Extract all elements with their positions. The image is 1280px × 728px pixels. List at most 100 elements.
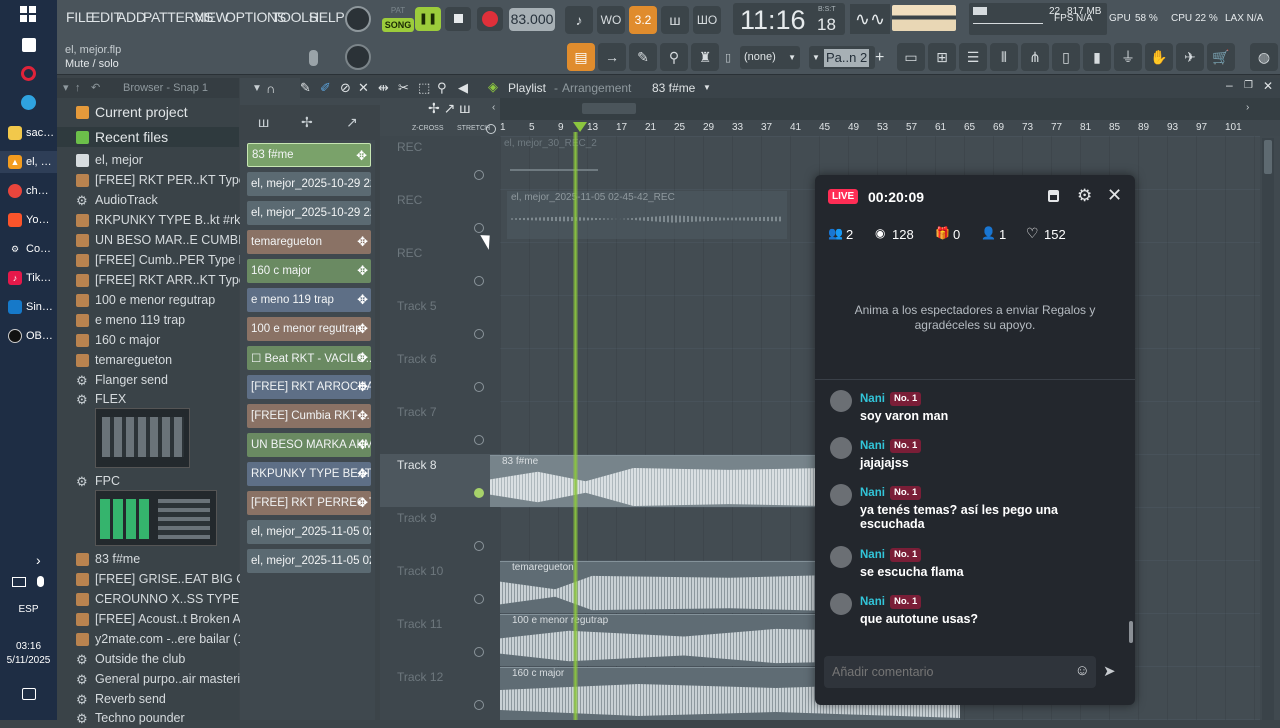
picker-item[interactable]: el, mejor_2025-11-05 02... — [247, 549, 371, 573]
tempo-display[interactable]: 83.000 — [509, 8, 555, 31]
wait-input-button[interactable]: WO — [597, 6, 625, 34]
taskbar-item-settings[interactable]: ⚙ Co… — [0, 238, 57, 260]
stretch-icons[interactable]: ✢ ↗ ш — [428, 100, 470, 117]
delete-icon[interactable]: ⊘ — [340, 80, 351, 96]
chat-username[interactable]: Nani — [860, 487, 885, 499]
arrow-left-icon[interactable]: ‹ — [492, 102, 495, 113]
taskbar-item-tiktok[interactable]: ♪ Tik… — [0, 267, 57, 289]
browser-item[interactable]: 83 f#me — [57, 549, 239, 569]
picker-item[interactable]: el, mejor_2025-11-05 02... — [247, 520, 371, 544]
play-button[interactable]: ❚❚ — [415, 7, 441, 31]
master-volume-knob[interactable] — [345, 6, 371, 32]
avatar[interactable] — [830, 390, 852, 412]
automation-tab-icon[interactable]: ↗ — [346, 114, 358, 131]
emoji-icon[interactable]: ☺ — [1075, 662, 1090, 679]
playback-icon[interactable]: ◀ — [458, 80, 468, 96]
track-label[interactable]: Track 6 — [397, 352, 497, 366]
track-label[interactable]: REC — [397, 246, 497, 260]
add-pattern-button[interactable]: + — [875, 46, 889, 69]
track-mute-toggle[interactable] — [474, 170, 484, 180]
browser-item[interactable]: [FREE] RKT PER..KT Type Beat — [57, 170, 275, 190]
arrow-right-icon[interactable]: › — [1246, 102, 1249, 113]
taskbar-item-folder[interactable]: sac… — [0, 122, 57, 144]
browser-section-current-project[interactable]: Current project — [57, 102, 239, 122]
settings-icon[interactable]: ⚙ — [1077, 186, 1092, 206]
project-button[interactable]: ▮ — [1083, 43, 1111, 71]
pencil-icon[interactable]: ✎ — [300, 80, 311, 96]
chat-scrollbar[interactable] — [1129, 621, 1133, 643]
avatar[interactable] — [830, 546, 852, 568]
mute-icon[interactable]: ✕ — [358, 80, 369, 96]
browser-item[interactable]: ⚙ Reverb send — [57, 689, 239, 709]
taskbar-item-brave[interactable]: Yo… — [0, 209, 57, 231]
track-label[interactable]: Track 7 — [397, 405, 497, 419]
undo-icon[interactable]: ↶ — [91, 78, 100, 98]
browser-item[interactable]: 100 e menor regutrap — [57, 290, 239, 310]
stop-button[interactable] — [445, 7, 471, 31]
select-icon[interactable]: ⬚ — [418, 80, 430, 96]
master-pitch-knob[interactable] — [345, 44, 371, 70]
send-button[interactable]: ➤ — [1103, 662, 1116, 680]
arrow-up-icon[interactable]: ↑ — [75, 78, 81, 98]
browser-button[interactable]: ▯ — [1052, 43, 1080, 71]
zcross-label[interactable]: Z-CROSS — [412, 125, 444, 132]
comment-input[interactable] — [832, 662, 1062, 682]
tutorials-button[interactable]: ✈ — [1176, 43, 1204, 71]
track-label[interactable]: REC — [397, 140, 497, 154]
browser-section-recent-files[interactable]: Recent files — [57, 127, 239, 147]
playlist-pattern[interactable]: 83 f#me — [652, 81, 695, 95]
browser-item[interactable]: [FREE] Acoust..t Broken Again — [57, 609, 265, 629]
picker-item[interactable]: temaregueton ✥ — [247, 230, 371, 254]
audio-tab-icon[interactable]: ✢ — [301, 114, 313, 131]
chat-username[interactable]: Nani — [860, 549, 885, 561]
taskbar-item-untitled[interactable]: Sin… — [0, 296, 57, 318]
scrollbar-thumb[interactable] — [1264, 140, 1272, 174]
minimize-icon[interactable]: – — [1226, 78, 1233, 92]
picker-item[interactable]: UN BESO MARKA AKM... ✥ — [247, 433, 371, 457]
timeline-ruler[interactable]: 1 5 9 13 17 21 25 29 33 37 41 45 49 53 57 61 65 69 73 77 81 8… — [500, 120, 1280, 136]
taskbar-item-obs[interactable]: OB… — [0, 325, 57, 347]
browser-item[interactable]: ⚙ FLEX — [57, 389, 239, 409]
language-indicator[interactable]: ESP — [0, 604, 57, 615]
record-button[interactable] — [477, 7, 503, 31]
arrow-right-button[interactable]: → — [598, 43, 626, 71]
close-icon[interactable]: ✕ — [1263, 79, 1273, 93]
track-mute-toggle[interactable] — [474, 382, 484, 392]
globe-button[interactable]: ◍ — [1250, 43, 1278, 71]
link-button[interactable]: ⚲ — [660, 43, 688, 71]
edge-icon[interactable] — [21, 95, 36, 110]
browser-item[interactable]: ⚙ Techno pounder — [57, 708, 239, 728]
track-mute-toggle[interactable] — [474, 700, 484, 710]
browser-item[interactable]: ⚙ FPC — [57, 471, 239, 491]
avatar[interactable] — [830, 484, 852, 506]
chevron-down-icon[interactable]: ▼ — [252, 83, 262, 94]
brush-icon[interactable]: ✐ — [320, 80, 331, 96]
picker-item[interactable]: RKPUNKY TYPE BEAT ...✥ — [247, 462, 371, 486]
snap-select[interactable]: (none) ▼ — [740, 46, 800, 69]
step-edit-button[interactable]: ш — [661, 6, 689, 34]
chevron-down-icon[interactable]: ▼ — [703, 83, 711, 92]
slice-icon[interactable]: ✂ — [398, 80, 409, 96]
browser-item[interactable]: [FREE] RKT ARR..KT Type Beat — [57, 270, 275, 290]
picker-item[interactable]: [FREE] RKT PERREO T... ✥ — [247, 491, 371, 515]
chevron-down-icon[interactable]: ▾ — [63, 78, 69, 98]
avatar[interactable] — [830, 437, 852, 459]
slip-icon[interactable]: ⇹ — [378, 80, 389, 96]
notifications-icon[interactable] — [22, 688, 36, 700]
taskbar-item-fl[interactable]: ▲ el, … — [0, 151, 57, 173]
master-pitch-icon[interactable] — [309, 50, 318, 66]
track-mute-toggle[interactable] — [474, 647, 484, 657]
menu-view[interactable]: VIEW — [194, 9, 229, 25]
picker-item[interactable]: [FREE] Cumbia RKT ... ✥ — [247, 404, 371, 428]
track-mute-toggle[interactable] — [474, 488, 484, 498]
track-label[interactable]: Track 10 — [397, 564, 497, 578]
plugin-picker-button[interactable]: ✋ — [1145, 43, 1173, 71]
countdown-button[interactable]: 3.2 — [629, 6, 657, 34]
windows-start-icon[interactable] — [20, 6, 36, 22]
track-mute-toggle[interactable] — [474, 594, 484, 604]
microphone-icon[interactable] — [37, 576, 44, 587]
zoom-icon[interactable]: ⚲ — [437, 80, 447, 96]
picker-item[interactable]: e meno 119 trap ✥ — [247, 288, 371, 312]
browser-item[interactable]: ⚙ General purpo..air mastering — [57, 669, 254, 689]
chat-username[interactable]: Nani — [860, 440, 885, 452]
